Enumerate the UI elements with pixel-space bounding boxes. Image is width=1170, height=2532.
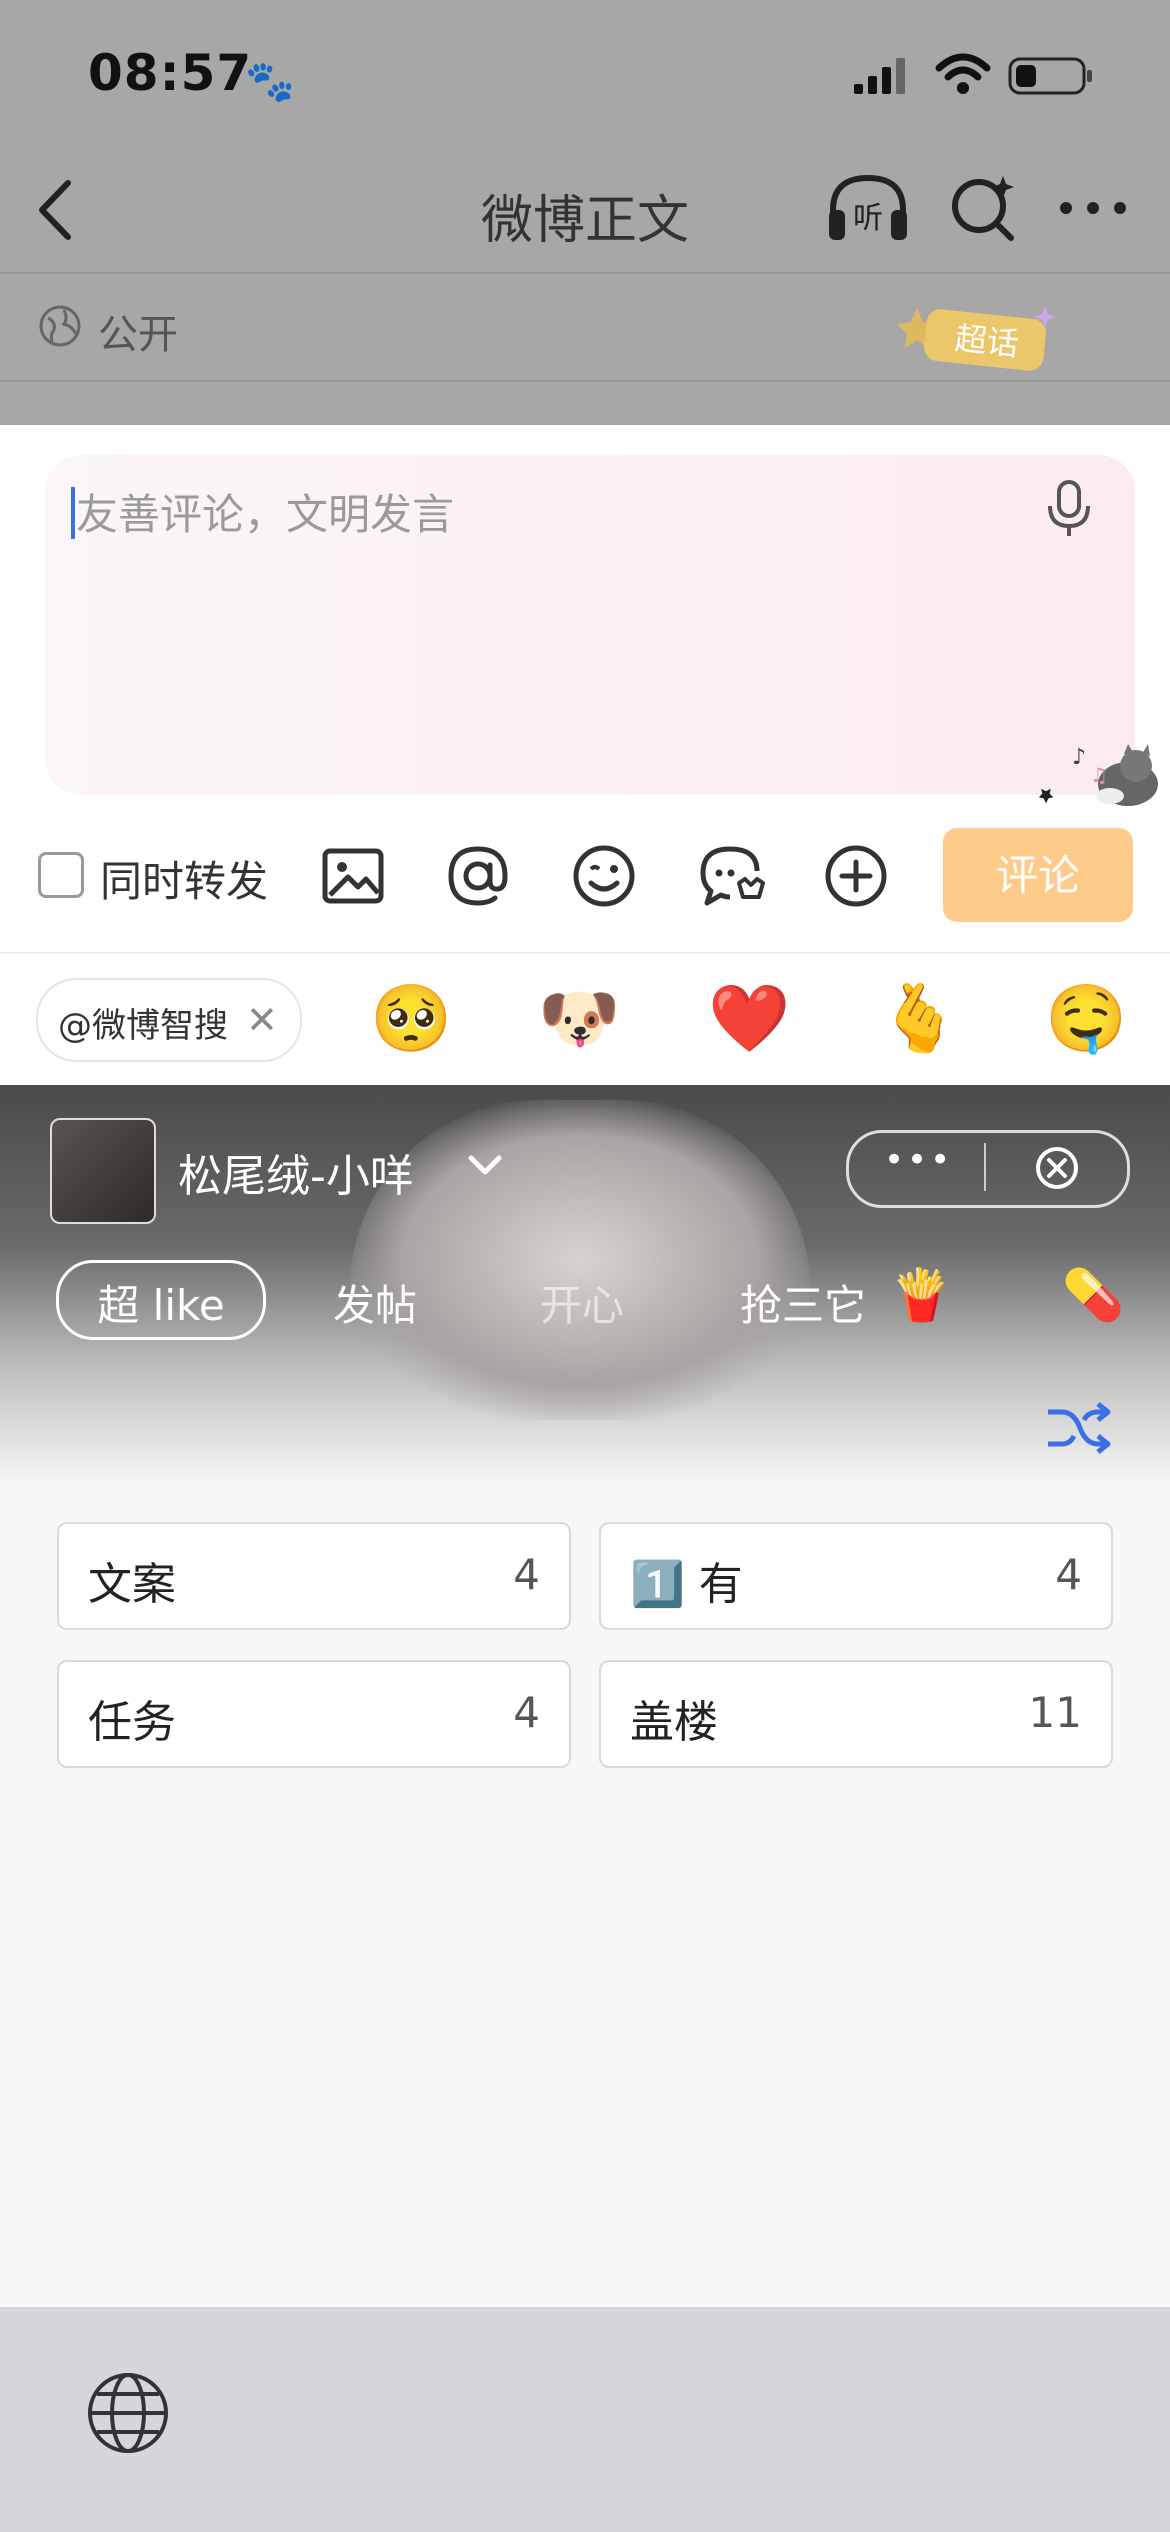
add-icon[interactable]	[823, 843, 889, 909]
emoji-finger-heart[interactable]: 🫰	[878, 980, 960, 1058]
divider	[984, 1143, 986, 1191]
super-topic-comment-icon[interactable]	[697, 843, 767, 909]
microphone-icon[interactable]	[1044, 478, 1094, 540]
emoji-icon[interactable]	[571, 843, 637, 909]
globe-language-icon[interactable]	[85, 2370, 171, 2456]
profile-name[interactable]: 松尾绒-小咩	[178, 1140, 414, 1204]
chevron-down-icon[interactable]	[465, 1150, 505, 1180]
svg-text:听: 听	[853, 201, 883, 236]
emoji-pleading[interactable]: 🥺	[370, 980, 452, 1058]
text-caret	[71, 487, 75, 539]
wifi-icon	[935, 53, 991, 94]
mention-icon[interactable]	[445, 843, 511, 909]
svg-text:♪: ♪	[1072, 745, 1086, 770]
comment-input[interactable]	[76, 484, 976, 544]
shuffle-icon[interactable]	[1044, 1398, 1114, 1458]
category-count: 4	[513, 1550, 540, 1599]
supertopic-badge[interactable]: 超话	[895, 298, 1065, 378]
divider	[0, 272, 1170, 274]
repost-label: 同时转发	[100, 857, 269, 906]
globe-public-icon	[39, 305, 81, 347]
close-circle-icon[interactable]	[1034, 1145, 1080, 1191]
search-ai-icon[interactable]	[945, 170, 1021, 246]
cat-sticker: ♪ ♫	[1038, 744, 1158, 806]
more-icon[interactable]: •••	[884, 1140, 953, 1180]
image-icon[interactable]	[320, 843, 386, 909]
cellular-signal-icon	[854, 58, 905, 94]
more-options-icon[interactable]	[1058, 200, 1128, 216]
listen-headphones-icon[interactable]: 听	[825, 170, 911, 246]
supertopic-label: 超话	[953, 319, 1021, 363]
repost-checkbox[interactable]	[38, 852, 84, 898]
svg-text:♫: ♫	[1090, 763, 1108, 787]
category-count: 4	[513, 1688, 540, 1737]
chip-superlike-label: 超 like	[97, 1281, 225, 1330]
keyboard-bottom-bar	[0, 2307, 1170, 2532]
category-label: 文案	[88, 1559, 176, 1610]
keyboard-skin-figure	[350, 1100, 810, 1420]
submit-comment-button[interactable]: 评论	[943, 828, 1133, 922]
fries-emoji: 🍟	[890, 1266, 953, 1324]
paw-icon: 🐾	[245, 59, 295, 105]
emoji-heart[interactable]: ❤️	[708, 980, 790, 1058]
category-label: 1️⃣ 有	[630, 1559, 743, 1610]
chip-post[interactable]: 发帖	[333, 1272, 417, 1333]
avatar[interactable]	[50, 1118, 156, 1224]
weibo-search-label: @微博智搜	[58, 1006, 228, 1046]
emoji-drooling[interactable]: 🤤	[1045, 980, 1127, 1058]
category-label: 任务	[88, 1697, 176, 1748]
emoji-dog[interactable]: 🐶	[538, 980, 620, 1058]
close-icon[interactable]: ✕	[246, 998, 278, 1042]
battery-icon	[1008, 57, 1092, 95]
category-label: 盖楼	[630, 1697, 718, 1748]
chip-happy[interactable]: 开心	[540, 1272, 624, 1333]
pill-emoji[interactable]: 💊	[1062, 1266, 1124, 1325]
category-count: 11	[1028, 1688, 1082, 1737]
divider	[0, 380, 1170, 382]
category-count: 4	[1055, 1550, 1082, 1599]
visibility-label[interactable]: 公开	[98, 302, 178, 360]
chip-grab[interactable]: 抢三它	[740, 1272, 866, 1333]
status-time: 08:57	[88, 44, 253, 102]
